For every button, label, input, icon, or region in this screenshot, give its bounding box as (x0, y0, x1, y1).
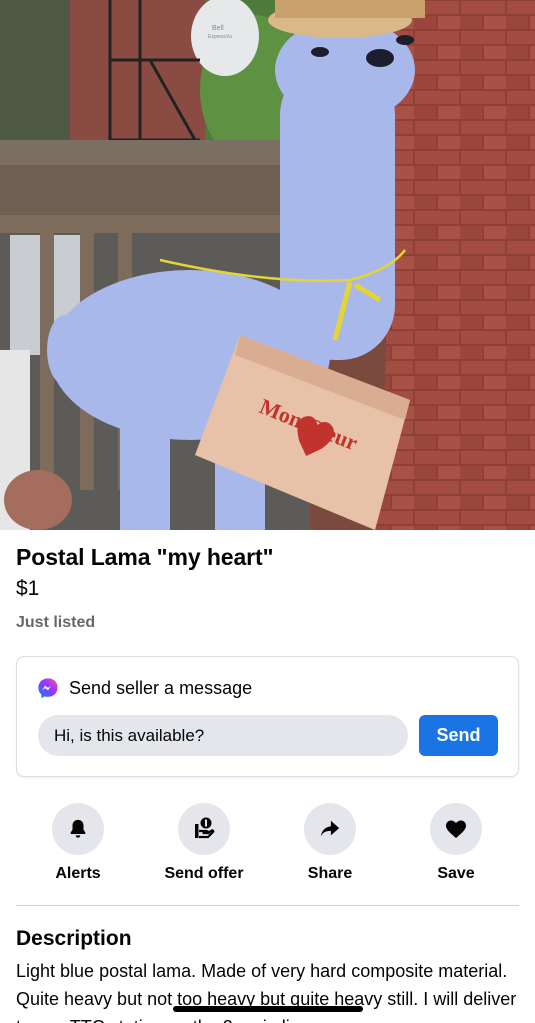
offer-icon (195, 817, 215, 839)
lama-photo-illustration: Bell ExpressVu Mon (0, 0, 535, 530)
send-offer-circle[interactable] (178, 803, 230, 855)
save-button[interactable]: Save (396, 803, 516, 883)
action-bar: Alerts Send offer Share Save (0, 803, 535, 893)
listing-photo[interactable]: Bell ExpressVu Mon (0, 0, 535, 530)
heart-icon (446, 820, 466, 838)
listing-title: Postal Lama "my heart" (16, 544, 274, 570)
message-header: Send seller a message (37, 677, 252, 699)
share-button[interactable]: Share (270, 803, 390, 883)
listing-time: Just listed (16, 614, 96, 631)
save-circle[interactable] (430, 803, 482, 855)
share-circle[interactable] (304, 803, 356, 855)
description-heading: Description (16, 927, 132, 950)
section-divider (16, 905, 519, 906)
share-icon (320, 820, 340, 837)
send-offer-button[interactable]: Send offer (144, 803, 264, 883)
bell-icon (70, 819, 86, 838)
send-button[interactable]: Send (419, 715, 498, 756)
listing-price: $1 (16, 577, 40, 600)
alerts-button[interactable]: Alerts (18, 803, 138, 883)
description-text: Light blue postal lama. Made of very har… (16, 961, 517, 1023)
svg-text:ExpressVu: ExpressVu (208, 34, 232, 40)
save-label: Save (437, 865, 475, 882)
message-heading: Send seller a message (69, 677, 253, 698)
alerts-label: Alerts (55, 865, 101, 882)
alerts-circle[interactable] (52, 803, 104, 855)
messenger-icon (38, 678, 58, 699)
svg-text:Bell: Bell (212, 25, 224, 32)
message-input[interactable]: Hi, is this available? (38, 715, 408, 756)
send-offer-label: Send offer (164, 865, 244, 882)
home-indicator[interactable] (173, 1006, 363, 1012)
message-seller-card: Send seller a message Hi, is this availa… (16, 656, 519, 777)
share-label: Share (307, 865, 353, 882)
